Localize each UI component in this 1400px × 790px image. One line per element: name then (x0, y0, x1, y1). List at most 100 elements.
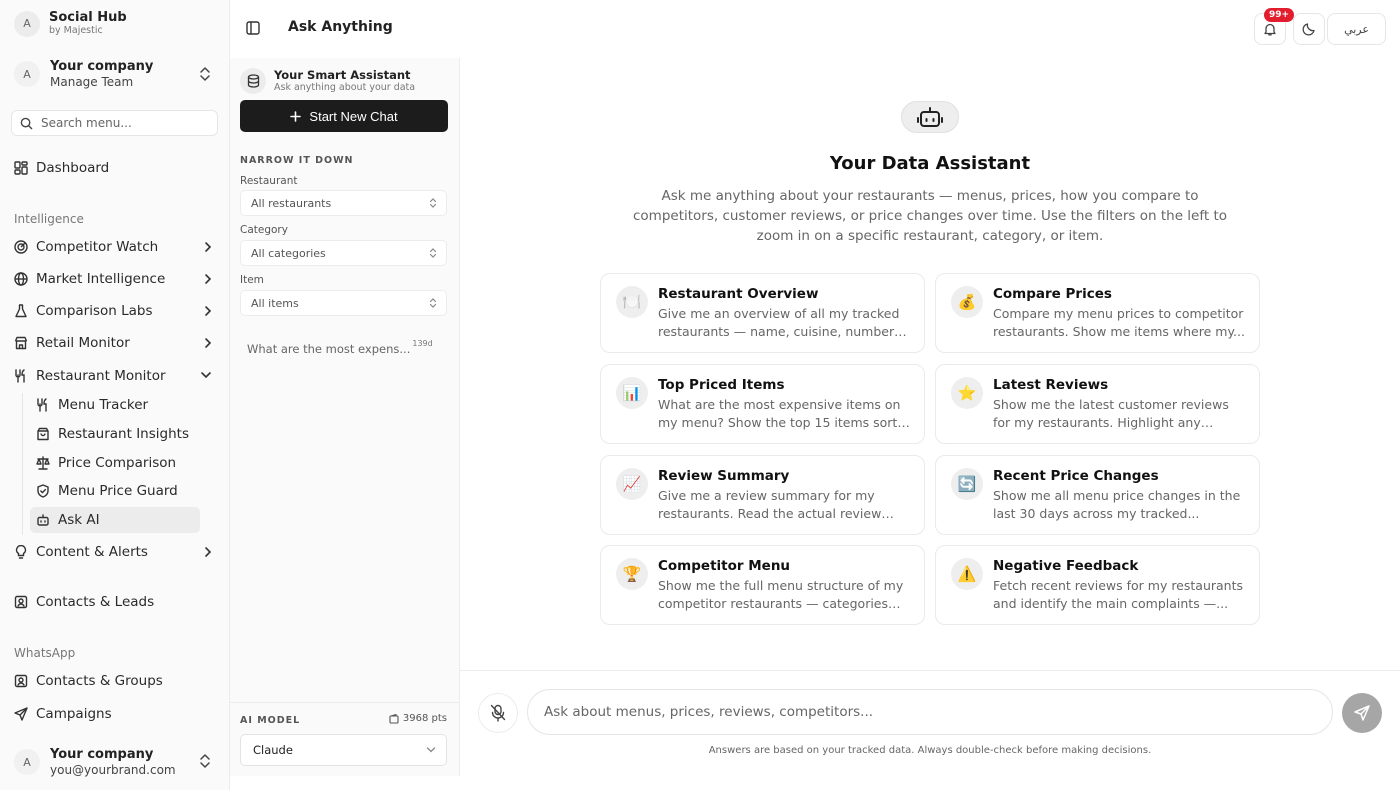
chevrons-up-down-icon (429, 197, 437, 209)
sidebar-toggle-icon[interactable] (246, 21, 260, 35)
sub-item-label: Ask AI (58, 512, 100, 528)
ai-model-label: AI MODEL (240, 715, 301, 726)
card-title: Negative Feedback (993, 558, 1139, 574)
card-text: Compare my menu prices to competitor res… (993, 306, 1245, 339)
suggestion-card-compare-prices[interactable]: 💰 Compare Prices Compare my menu prices … (935, 273, 1260, 353)
suggestion-card-recent-price-changes[interactable]: 🔄 Recent Price Changes Show me all menu … (935, 455, 1260, 535)
nav-campaigns[interactable]: Campaigns (14, 701, 214, 727)
suggestion-card-competitor-menu[interactable]: 🏆 Competitor Menu Show me the full menu … (600, 545, 925, 625)
chevron-down-icon (200, 370, 212, 380)
new-chat-label: Start New Chat (309, 108, 398, 124)
page-title: Ask Anything (288, 19, 393, 35)
suggestion-card-latest-reviews[interactable]: ⭐ Latest Reviews Show me the latest cust… (935, 364, 1260, 444)
contact-icon (14, 674, 28, 688)
sub-item-ask-ai[interactable]: Ask AI (30, 507, 200, 533)
card-text: Give me an overview of all my tracked re… (658, 306, 900, 339)
nav-contacts-leads[interactable]: Contacts & Leads (14, 589, 214, 615)
start-new-chat-button[interactable]: Start New Chat (240, 100, 448, 132)
nav-comparison-labs[interactable]: Comparison Labs (14, 298, 214, 324)
voice-input-button[interactable] (478, 693, 518, 733)
scale-icon (36, 456, 50, 470)
card-title: Top Priced Items (658, 377, 785, 393)
nav-competitor-watch[interactable]: Competitor Watch (14, 234, 214, 260)
suggestion-card-review-summary[interactable]: 📈 Review Summary Give me a review summar… (600, 455, 925, 535)
bell-icon (1263, 22, 1277, 36)
account-switcher[interactable]: A Your company you@yourbrand.com (14, 742, 218, 782)
restaurant-select[interactable]: All restaurants (240, 190, 447, 216)
notifications-button[interactable]: 99+ (1254, 8, 1295, 45)
sub-item-restaurant-insights[interactable]: Restaurant Insights (30, 421, 200, 447)
bar-chart-icon: 📊 (616, 377, 648, 409)
brand[interactable]: A Social Hub by Majestic (14, 10, 127, 37)
brand-avatar: A (14, 10, 40, 37)
theme-toggle-button[interactable] (1293, 13, 1325, 45)
sub-item-menu-price-guard[interactable]: Menu Price Guard (30, 478, 200, 504)
plate-icon: 🍽️ (616, 286, 648, 318)
nav-restaurant-monitor[interactable]: Restaurant Monitor (14, 363, 214, 389)
trophy-icon: 🏆 (616, 558, 648, 590)
sub-item-label: Menu Price Guard (58, 483, 178, 499)
company-avatar: A (14, 61, 40, 87)
nav-dashboard[interactable]: Dashboard (14, 155, 214, 181)
utensils-icon (36, 398, 50, 412)
company-name: Your company (50, 58, 154, 74)
suggestion-card-top-priced-items[interactable]: 📊 Top Priced Items What are the most exp… (600, 364, 925, 444)
company-switcher[interactable]: A Your company Manage Team (14, 55, 218, 93)
item-select[interactable]: All items (240, 290, 447, 316)
sub-item-label: Menu Tracker (58, 397, 149, 413)
card-title: Latest Reviews (993, 377, 1109, 393)
contact-icon (14, 595, 28, 609)
chevrons-up-down-icon (198, 66, 212, 82)
filter-label-restaurant: Restaurant (240, 175, 298, 187)
chevrons-up-down-icon (429, 297, 437, 309)
sub-item-menu-tracker[interactable]: Menu Tracker (30, 392, 200, 418)
suggestion-card-restaurant-overview[interactable]: 🍽️ Restaurant Overview Give me an overvi… (600, 273, 925, 353)
section-label-intelligence: Intelligence (14, 212, 84, 226)
chevron-right-icon (204, 546, 212, 558)
account-email: you@yourbrand.com (50, 762, 176, 777)
wallet-icon (389, 713, 399, 724)
send-button[interactable] (1342, 693, 1382, 733)
nav-content-alerts[interactable]: Content & Alerts (14, 539, 214, 565)
nav-label: Restaurant Monitor (36, 368, 166, 384)
points-value: 3968 pts (402, 713, 447, 724)
search-box (11, 110, 218, 136)
refresh-icon: 🔄 (951, 468, 983, 500)
select-value: All items (251, 296, 299, 310)
suggestion-card-negative-feedback[interactable]: ⚠️ Negative Feedback Fetch recent review… (935, 545, 1260, 625)
nav-label: Market Intelligence (36, 271, 166, 287)
moon-icon (1302, 22, 1316, 36)
card-text: Show me the full menu structure of my co… (658, 578, 904, 611)
sub-item-label: Price Comparison (58, 455, 177, 471)
card-text: Show me the latest customer reviews for … (993, 397, 1229, 430)
submenu-line (22, 393, 23, 535)
brand-title: Social Hub (49, 10, 127, 25)
card-text: What are the most expensive items on my … (658, 397, 913, 430)
model-value: Claude (253, 743, 293, 757)
bot-icon (901, 101, 959, 133)
chevrons-up-down-icon (429, 247, 437, 259)
category-select[interactable]: All categories (240, 240, 447, 266)
store-icon (14, 336, 28, 350)
language-button[interactable]: عربي (1327, 13, 1386, 45)
sidebar: A Social Hub by Majestic A Your company … (0, 0, 230, 790)
ai-model-select[interactable]: Claude (240, 734, 447, 766)
composer: Answers are based on your tracked data. … (460, 670, 1400, 776)
chat-input[interactable] (527, 689, 1333, 735)
nav-retail-monitor[interactable]: Retail Monitor (14, 330, 214, 356)
money-bag-icon: 💰 (951, 286, 983, 318)
sub-item-price-comparison[interactable]: Price Comparison (30, 450, 200, 476)
nav-contacts-groups[interactable]: Contacts & Groups (14, 668, 214, 694)
lightbulb-icon (14, 545, 28, 559)
search-icon (20, 117, 33, 130)
history-title: What are the most expens... (247, 342, 411, 356)
select-value: All restaurants (251, 196, 332, 210)
account-name: Your company (50, 746, 154, 762)
search-input[interactable] (41, 116, 201, 130)
trend-chart-icon: 📈 (616, 468, 648, 500)
chat-history-item[interactable]: What are the most expens... 139d (247, 339, 433, 356)
nav-label: Retail Monitor (36, 335, 130, 351)
assistant-heading: Your Data Assistant (829, 153, 1031, 174)
assistant-header: Your Smart Assistant Ask anything about … (240, 68, 415, 94)
nav-market-intelligence[interactable]: Market Intelligence (14, 266, 214, 292)
